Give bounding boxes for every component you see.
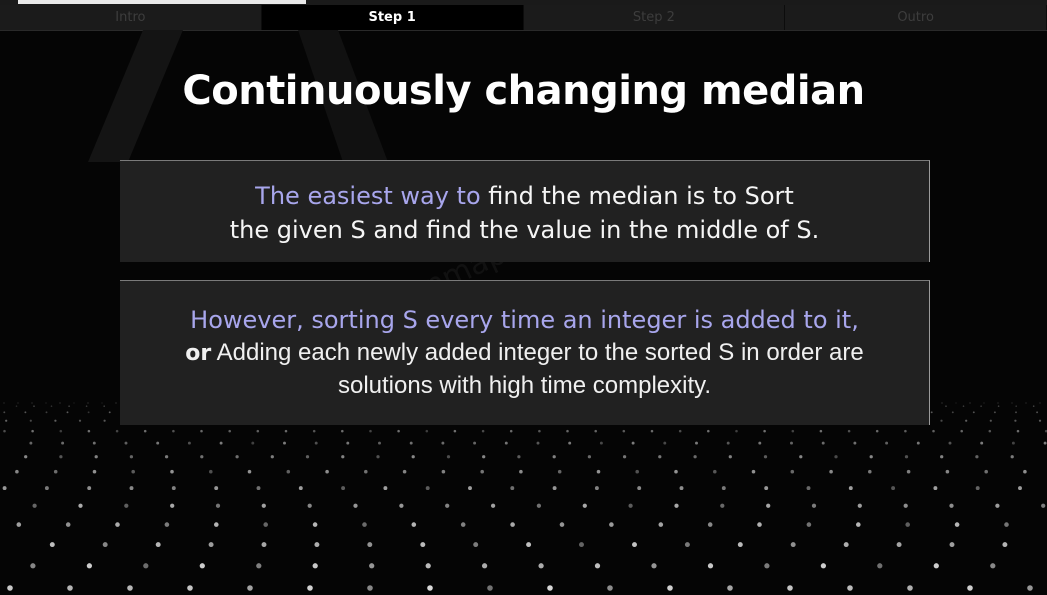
slide-stage: Intro Step 1 Step 2 Outro yunmap@g Conti… (0, 0, 1047, 595)
card2-highlight: However, sorting S every time an integer… (190, 306, 859, 334)
info-card-1: The easiest way to find the median is to… (120, 160, 930, 262)
card2-or-label: or (185, 341, 212, 366)
card2-line-2-text: Adding each newly added integer to the s… (211, 339, 864, 366)
card1-line-2: the given S and find the value in the mi… (229, 216, 820, 244)
dotted-floor-background (2, 402, 1047, 591)
card2-line-2: or Adding each newly added integer to th… (120, 337, 929, 370)
info-card-2: However, sorting S every time an integer… (120, 280, 930, 425)
tab-outro[interactable]: Outro (785, 5, 1047, 30)
card1-line-1: The easiest way to find the median is to… (120, 179, 929, 213)
card2-line-3: solutions with high time complexity. (337, 372, 712, 399)
progress-fill (18, 0, 306, 4)
slide-title: Continuously changing median (182, 68, 865, 114)
tab-step-2[interactable]: Step 2 (523, 5, 786, 30)
card1-line-1-rest: find the median is to Sort (480, 182, 794, 210)
card1-highlight: The easiest way to (255, 182, 481, 210)
